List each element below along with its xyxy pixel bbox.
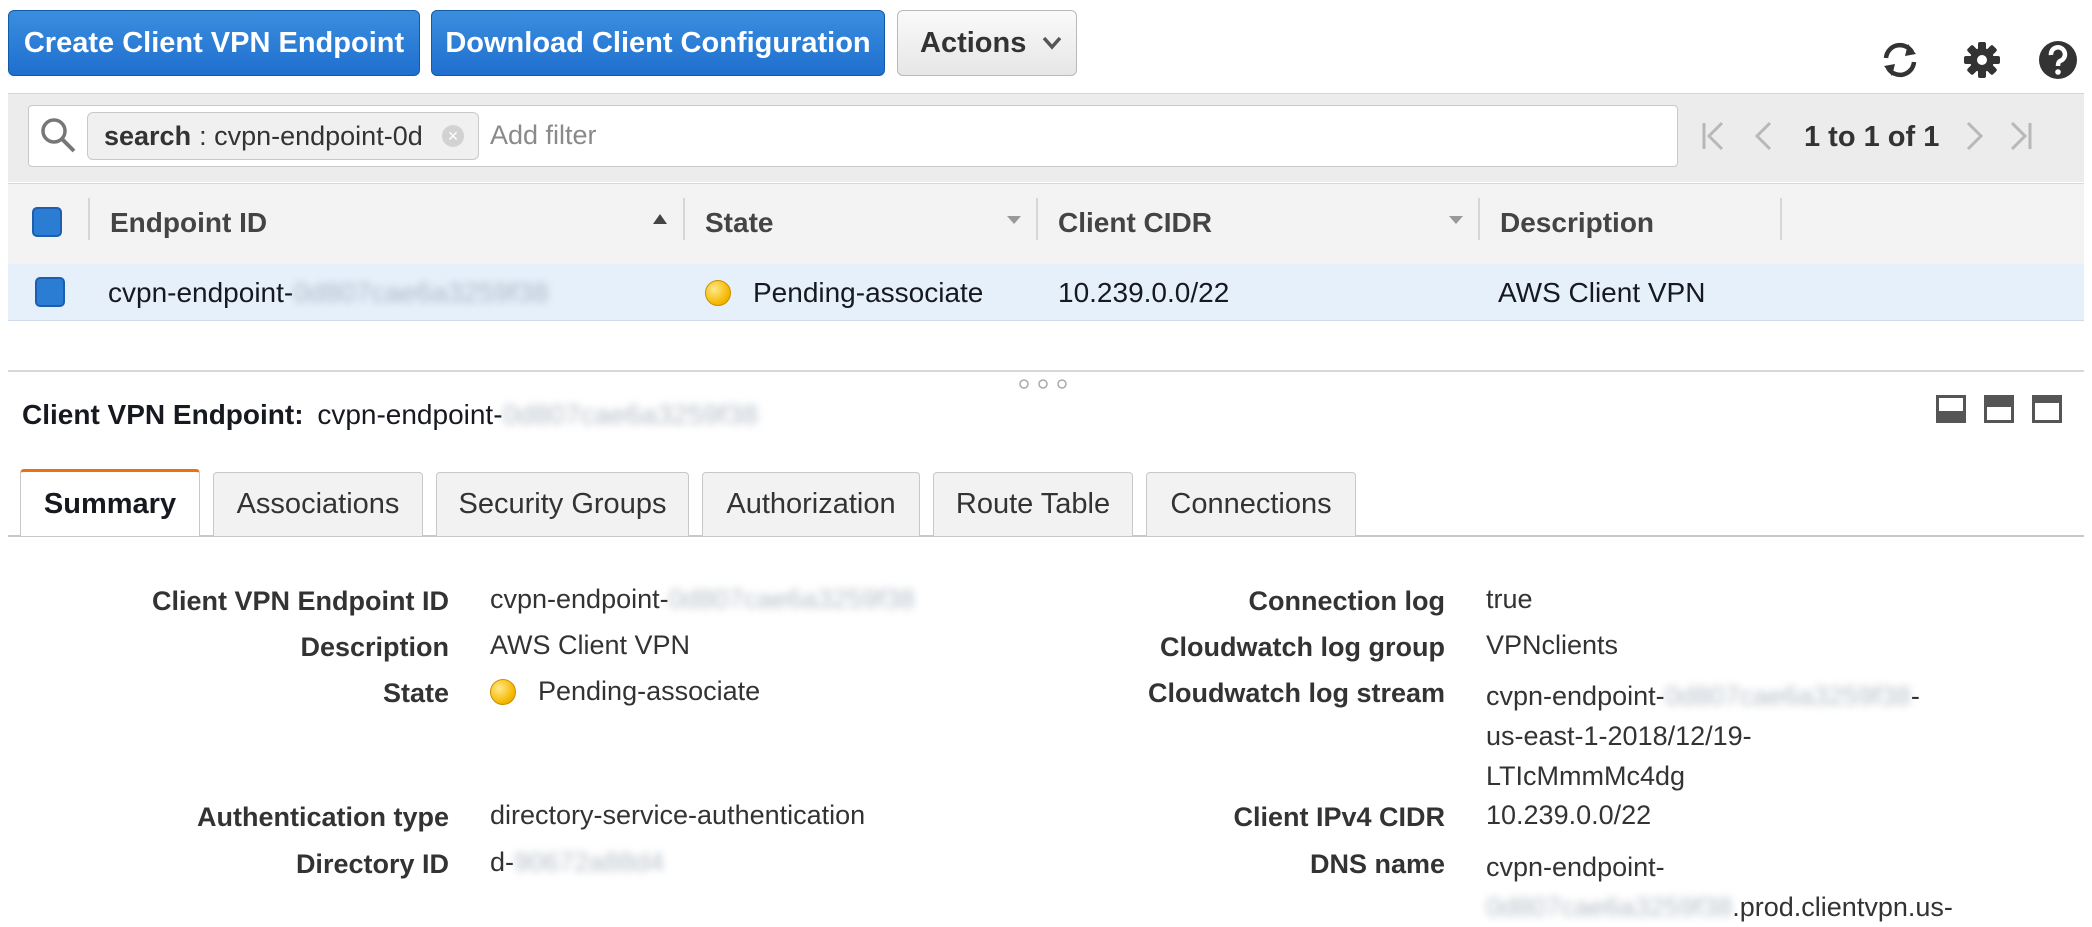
sort-menu-icon[interactable] xyxy=(1448,215,1464,225)
state-value: Pending-associate xyxy=(490,676,760,707)
remove-filter-icon[interactable]: × xyxy=(442,125,464,147)
connection-log-label: Connection log xyxy=(1248,586,1445,616)
description-value: AWS Client VPN xyxy=(490,630,691,660)
chevron-down-icon xyxy=(1043,36,1062,50)
pane-bottom-icon[interactable] xyxy=(1936,395,1966,423)
cloudwatch-log-stream-value: cvpn-endpoint-0d807cae6a3259f38- us-east… xyxy=(1486,681,1920,791)
sort-ascending-icon[interactable] xyxy=(652,213,668,225)
tab-security-groups[interactable]: Security Groups xyxy=(436,472,689,536)
tab-connections[interactable]: Connections xyxy=(1146,472,1356,536)
endpoint-id-cell: cvpn-endpoint-0d807cae6a3259f38 xyxy=(108,277,549,308)
select-all-checkbox[interactable] xyxy=(32,207,62,237)
pane-middle-icon[interactable] xyxy=(1984,395,2014,423)
tab-associations[interactable]: Associations xyxy=(213,472,423,536)
search-filter-chip[interactable]: search : cvpn-endpoint-0d × xyxy=(87,112,479,160)
cloudwatch-log-group-label: Cloudwatch log group xyxy=(1160,632,1445,662)
actions-dropdown-button[interactable]: Actions xyxy=(897,10,1077,76)
dns-name-label: DNS name xyxy=(1309,849,1445,879)
client-ipv4-cidr-value: 10.239.0.0/22 xyxy=(1486,800,1652,830)
refresh-icon[interactable] xyxy=(1878,38,1922,82)
tab-summary[interactable]: Summary xyxy=(20,469,200,536)
create-client-vpn-endpoint-button[interactable]: Create Client VPN Endpoint xyxy=(8,10,420,76)
description-label: Description xyxy=(300,632,449,662)
connection-log-value: true xyxy=(1486,584,1533,614)
directory-id-label: Directory ID xyxy=(295,849,449,879)
table-header xyxy=(8,183,2084,265)
client-cidr-cell: 10.239.0.0/22 xyxy=(1058,277,1230,308)
search-icon xyxy=(41,118,76,153)
help-icon[interactable] xyxy=(2036,38,2080,82)
previous-page-icon[interactable] xyxy=(1752,120,1776,152)
column-header-description[interactable]: Description xyxy=(1500,207,1654,239)
download-client-configuration-button[interactable]: Download Client Configuration xyxy=(431,10,885,76)
tab-authorization[interactable]: Authorization xyxy=(702,472,920,536)
directory-id-value: d-90672a88d4 xyxy=(490,847,665,877)
state-label: State xyxy=(382,678,449,708)
state-cell: Pending-associate xyxy=(705,277,983,309)
gear-icon[interactable] xyxy=(1960,38,2004,82)
pending-status-icon xyxy=(705,280,731,306)
sort-menu-icon[interactable] xyxy=(1006,215,1022,225)
pending-status-icon xyxy=(490,678,516,705)
pane-top-icon[interactable] xyxy=(2032,395,2062,423)
endpoint-id-label: Client VPN Endpoint ID xyxy=(152,586,449,616)
authentication-type-label: Authentication type xyxy=(196,802,449,832)
column-header-endpoint-id[interactable]: Endpoint ID xyxy=(110,207,267,239)
row-checkbox[interactable] xyxy=(35,277,65,307)
client-ipv4-cidr-label: Client IPv4 CIDR xyxy=(1233,802,1445,832)
add-filter-placeholder[interactable]: Add filter xyxy=(490,120,597,151)
first-page-icon[interactable] xyxy=(1700,120,1728,152)
column-header-state[interactable]: State xyxy=(705,207,773,239)
cloudwatch-log-group-value: VPNclients xyxy=(1486,630,1619,660)
last-page-icon[interactable] xyxy=(2006,120,2034,152)
chip-value: : cvpn-endpoint-0d xyxy=(199,120,423,151)
drag-handle-icon[interactable] xyxy=(1016,378,1070,390)
next-page-icon[interactable] xyxy=(1962,120,1986,152)
column-header-client-cidr[interactable]: Client CIDR xyxy=(1058,207,1212,239)
actions-label: Actions xyxy=(920,26,1027,59)
cloudwatch-log-stream-label: Cloudwatch log stream xyxy=(1147,678,1445,708)
chip-key: search xyxy=(104,120,192,151)
pane-splitter[interactable] xyxy=(8,370,2084,372)
authentication-type-value: directory-service-authentication xyxy=(490,800,866,830)
pagination-label: 1 to 1 of 1 xyxy=(1804,121,1940,153)
dns-name-value: cvpn-endpoint- 0d807cae6a3259f38.prod.cl… xyxy=(1486,852,1953,922)
endpoint-id-value: cvpn-endpoint-0d807cae6a3259f38 xyxy=(490,584,915,614)
detail-title: Client VPN Endpoint: cvpn-endpoint-0d807… xyxy=(22,399,758,430)
description-cell: AWS Client VPN xyxy=(1498,277,1706,308)
tab-route-table[interactable]: Route Table xyxy=(933,472,1133,536)
